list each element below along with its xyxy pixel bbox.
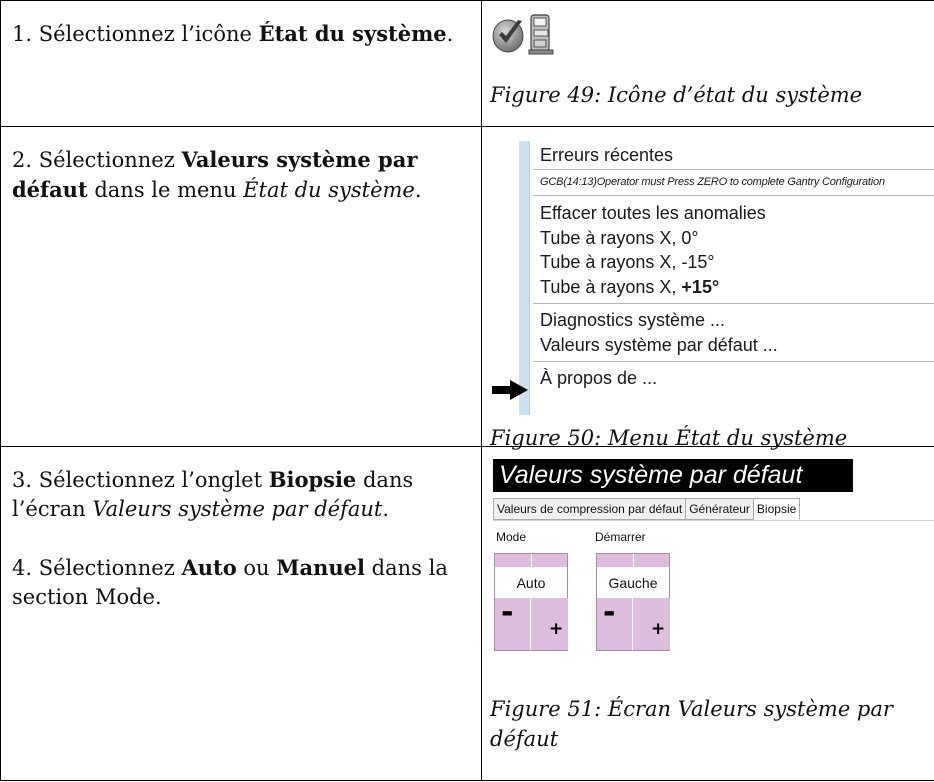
start-increment-button[interactable]: + — [634, 598, 670, 650]
step-1-instruction-cell: 1. Sélectionnez l’icône État du système. — [0, 0, 482, 127]
step-1-text: 1. Sélectionnez l’icône État du système. — [12, 21, 454, 46]
menu-item-recent-errors[interactable]: Erreurs récentes — [540, 143, 673, 167]
tab-biopsy[interactable]: Biopsie — [753, 498, 801, 520]
step-3-4-instruction-cell: 3. Sélectionnez l’onglet Biopsie dans l’… — [0, 446, 482, 781]
menu-item-system-defaults[interactable]: Valeurs système par défaut ... — [540, 333, 778, 357]
mode-decrement-button[interactable]: - — [495, 598, 531, 650]
menu-separator — [533, 195, 934, 196]
figure-51-caption: Figure 51: Écran Valeurs système par déf… — [490, 697, 893, 751]
step-1-figure-cell: Figure 49: Icône d’état du système — [481, 0, 934, 127]
menu-item-about[interactable]: À propos de ... — [540, 366, 657, 390]
step-3-figure-cell: Valeurs système par défaut Valeurs de co… — [481, 446, 934, 781]
menu-separator — [533, 303, 934, 304]
mode-label: Mode — [496, 530, 527, 544]
step-row-1: 1. Sélectionnez l’icône État du système. — [0, 0, 934, 127]
step-3-text: 3. Sélectionnez l’onglet Biopsie dans l’… — [12, 467, 414, 521]
figure-49-caption: Figure 49: Icône d’état du système — [490, 83, 863, 107]
mode-value: Auto — [495, 568, 567, 598]
start-stepper: Gauche - + — [596, 553, 670, 651]
menu-separator — [533, 361, 934, 362]
menu-item-tube-minus-15[interactable]: Tube à rayons X, -15° — [540, 250, 715, 274]
step-2-figure-cell: Erreurs récentes GCB(14:13)Operator must… — [481, 126, 934, 450]
menu-item-error-message[interactable]: GCB(14:13)Operator must Press ZERO to co… — [540, 175, 885, 189]
menu-item-tube-plus-15[interactable]: Tube à rayons X, +15° — [540, 275, 719, 299]
mode-increment-button[interactable]: + — [532, 598, 568, 650]
step-row-2: 2. Sélectionnez Valeurs système par défa… — [0, 126, 934, 450]
mode-stepper: Auto - + — [494, 553, 568, 651]
step-3-4-text: 3. Sélectionnez l’onglet Biopsie dans l’… — [1, 447, 481, 612]
start-decrement-button[interactable]: - — [597, 598, 633, 650]
screen-tabs: Valeurs de compression par défaut Généra… — [493, 498, 801, 520]
screen-title: Valeurs système par défaut — [493, 459, 853, 492]
tab-generator[interactable]: Générateur — [686, 498, 754, 520]
step-2-text: 2. Sélectionnez Valeurs système par défa… — [12, 147, 422, 202]
procedure-page: 1. Sélectionnez l’icône État du système. — [0, 0, 934, 782]
system-status-menu: Erreurs récentes GCB(14:13)Operator must… — [519, 141, 934, 415]
system-defaults-screen: Valeurs système par défaut Valeurs de co… — [493, 459, 934, 679]
checkmark-shield-icon[interactable] — [492, 15, 525, 53]
menu-separator — [533, 169, 934, 170]
menu-side-stripe — [519, 141, 530, 415]
menu-item-tube-0[interactable]: Tube à rayons X, 0° — [540, 226, 699, 250]
status-icons — [492, 9, 554, 59]
start-value: Gauche — [597, 568, 669, 598]
procedure-steps-table: 1. Sélectionnez l’icône État du système. — [0, 0, 934, 781]
step-row-3: 3. Sélectionnez l’onglet Biopsie dans l’… — [0, 446, 934, 781]
step-4-text: 4. Sélectionnez Auto ou Manuel dans la s… — [12, 555, 448, 609]
tab-compression-defaults[interactable]: Valeurs de compression par défaut — [493, 498, 687, 520]
gantry-icon — [528, 14, 554, 55]
start-label: Démarrer — [595, 530, 646, 544]
menu-item-clear-all-faults[interactable]: Effacer toutes les anomalies — [540, 201, 766, 225]
tab-divider — [493, 520, 934, 521]
pointer-arrow-icon — [492, 380, 528, 400]
menu-item-system-diagnostics[interactable]: Diagnostics système ... — [540, 308, 725, 332]
step-2-instruction-cell: 2. Sélectionnez Valeurs système par défa… — [0, 126, 482, 447]
